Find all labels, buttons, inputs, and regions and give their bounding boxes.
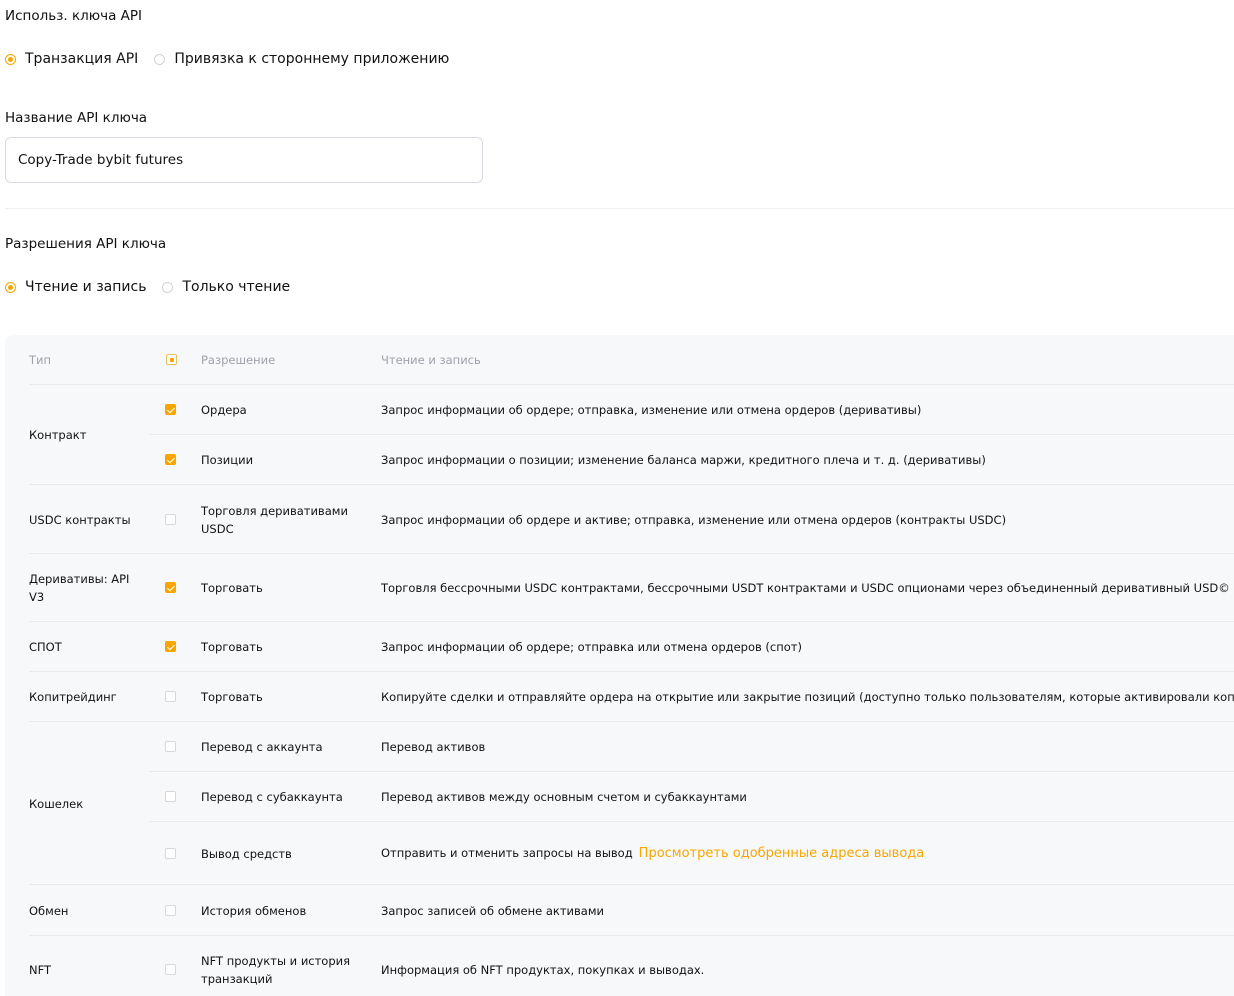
header-permission: Разрешение <box>201 353 276 367</box>
perm-orders: Ордера <box>201 403 247 417</box>
perm-exchange-history: История обменов <box>201 904 307 918</box>
permissions-table: Тип Разрешение Чтение и запись Контракт … <box>5 335 1234 996</box>
header-read-write: Чтение и запись <box>381 353 481 367</box>
checkbox-withdrawal[interactable] <box>165 848 176 859</box>
radio-third-party[interactable]: Привязка к стороннему приложению <box>154 51 449 67</box>
desc-positions: Запрос информации о позиции; изменение б… <box>381 453 986 467</box>
radio-unselected-icon <box>162 281 174 293</box>
perm-spot-trade: Торговать <box>201 640 263 654</box>
row-divider <box>29 721 1234 722</box>
checkbox-account-transfer[interactable] <box>165 741 176 752</box>
api-permissions-label: Разрешения API ключа <box>5 236 167 252</box>
row-divider <box>149 821 1234 822</box>
radio-third-party-label: Привязка к стороннему приложению <box>174 51 450 67</box>
perm-derivatives-trade: Торговать <box>201 581 263 595</box>
checkbox-nft[interactable] <box>165 964 176 975</box>
type-contract: Контракт <box>29 428 87 442</box>
desc-derivatives-trade: Торговля бессрочными USDC контрактами, б… <box>381 581 1234 595</box>
api-usage-label: Использ. ключа API <box>5 8 142 24</box>
type-wallet: Кошелек <box>29 797 84 811</box>
perm-positions: Позиции <box>201 453 254 467</box>
radio-read-only-label: Только чтение <box>182 279 291 295</box>
view-approved-addresses-link[interactable]: Просмотреть одобренные адреса вывода <box>639 846 925 861</box>
type-spot: СПОТ <box>29 640 62 654</box>
radio-api-transaction-label: Транзакция API <box>25 51 139 67</box>
row-divider <box>29 384 1234 385</box>
row-divider <box>29 671 1234 672</box>
desc-spot-trade: Запрос информации об ордере; отправка ил… <box>381 640 802 654</box>
checkbox-exchange-history[interactable] <box>165 905 176 916</box>
api-usage-radio-group: Транзакция API Привязка к стороннему при… <box>5 51 465 67</box>
radio-read-only[interactable]: Только чтение <box>162 279 290 295</box>
desc-copytrading-trade: Копируйте сделки и отправляйте ордера на… <box>381 690 1234 704</box>
radio-selected-icon <box>5 281 16 293</box>
perm-copytrading-trade: Торговать <box>201 690 263 704</box>
row-divider <box>29 484 1234 485</box>
row-divider <box>29 935 1234 936</box>
api-key-name-input[interactable]: Copy-Trade bybit futures <box>5 137 483 183</box>
perm-withdrawal: Вывод средств <box>201 847 292 861</box>
desc-nft: Информация об NFT продуктах, покупках и … <box>381 963 705 977</box>
type-nft: NFT <box>29 963 52 977</box>
type-exchange: Обмен <box>29 904 69 918</box>
select-all-checkbox[interactable] <box>166 354 177 365</box>
desc-exchange-history: Запрос записей об обмене активами <box>381 904 604 918</box>
row-divider <box>29 553 1234 554</box>
type-copytrading: Копитрейдинг <box>29 690 117 704</box>
desc-orders: Запрос информации об ордере; отправка, и… <box>381 403 922 417</box>
checkbox-copytrading-trade[interactable] <box>165 691 176 702</box>
desc-usdc-trading: Запрос информации об ордере и активе; от… <box>381 513 1007 527</box>
radio-api-transaction[interactable]: Транзакция API <box>5 51 138 67</box>
desc-withdrawal: Отправить и отменить запросы на вывод <box>381 846 633 860</box>
permissions-radio-group: Чтение и запись Только чтение <box>5 279 306 295</box>
checkbox-spot-trade[interactable] <box>165 641 176 652</box>
api-key-name-label: Название API ключа <box>5 110 148 126</box>
radio-read-write-label: Чтение и запись <box>25 279 147 295</box>
perm-nft: NFT продукты и история транзакций <box>201 954 351 986</box>
checkbox-derivatives-trade[interactable] <box>165 582 176 593</box>
perm-subaccount-transfer: Перевод с субаккаунта <box>201 790 343 804</box>
perm-account-transfer: Перевод с аккаунта <box>201 740 323 754</box>
row-divider <box>149 771 1234 772</box>
checkbox-subaccount-transfer[interactable] <box>165 791 176 802</box>
row-divider <box>149 434 1234 435</box>
type-usdc: USDC контракты <box>29 513 131 527</box>
desc-account-transfer: Перевод активов <box>381 740 486 754</box>
header-type: Тип <box>29 353 52 367</box>
checkbox-orders[interactable] <box>165 404 176 415</box>
perm-usdc-trading: Торговля деривативами USDC <box>201 504 348 536</box>
row-divider <box>29 621 1234 622</box>
checkbox-usdc-trading[interactable] <box>165 514 176 525</box>
checkbox-positions[interactable] <box>165 454 176 465</box>
section-divider <box>5 208 1234 209</box>
desc-subaccount-transfer: Перевод активов между основным счетом и … <box>381 790 747 804</box>
radio-read-write[interactable]: Чтение и запись <box>5 279 146 295</box>
radio-unselected-icon <box>154 53 166 65</box>
radio-selected-icon <box>5 53 16 65</box>
api-key-name-value: Copy-Trade bybit futures <box>18 152 184 168</box>
row-divider <box>29 884 1234 885</box>
type-derivatives-v3: Деривативы: API V3 <box>29 572 130 604</box>
desc-withdrawal-container: Отправить и отменить запросы на вывод Про… <box>381 844 924 863</box>
